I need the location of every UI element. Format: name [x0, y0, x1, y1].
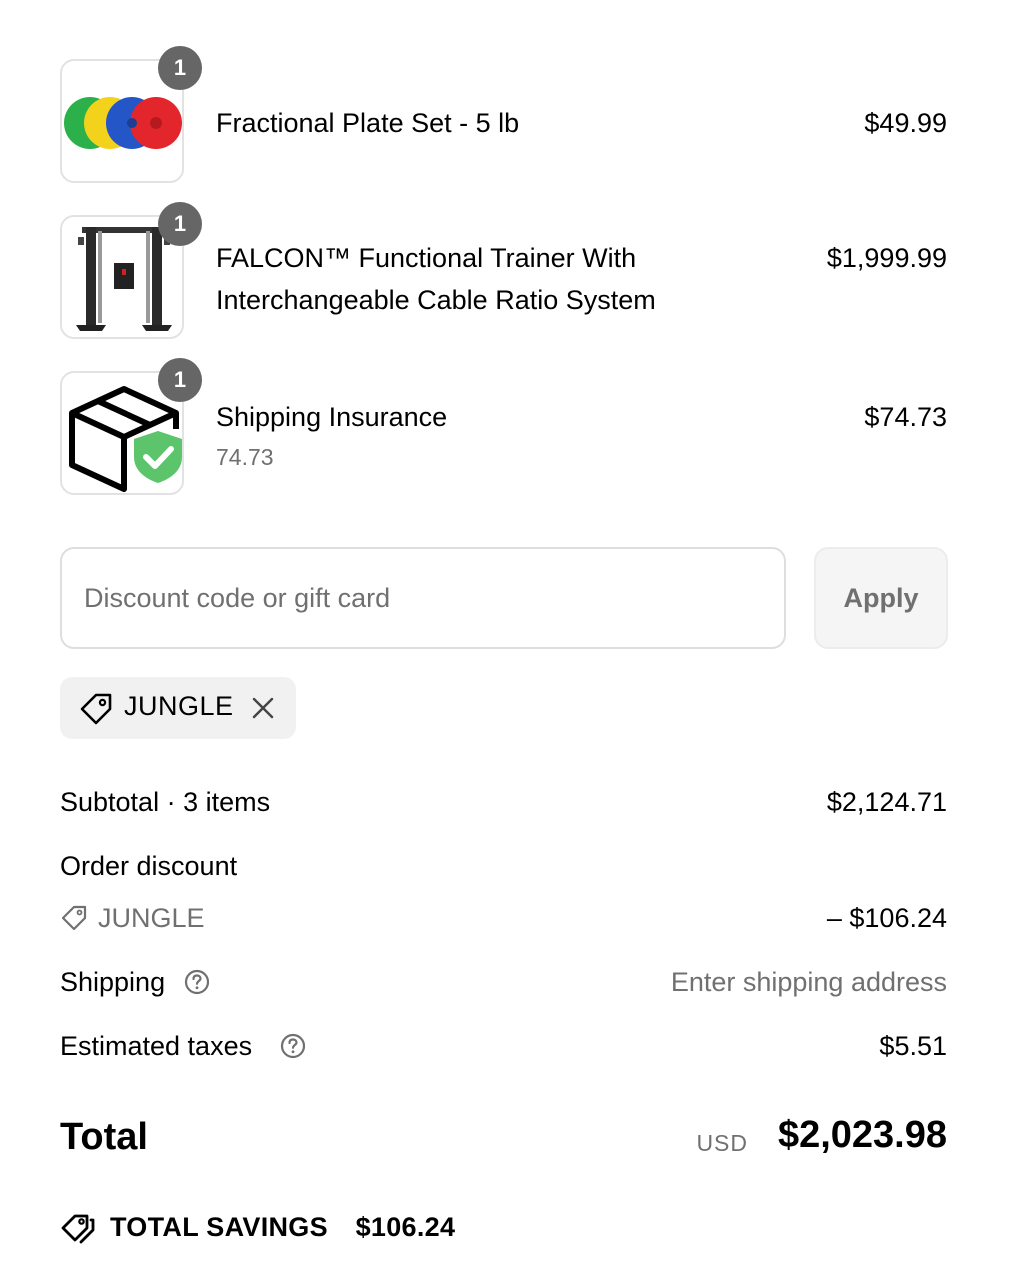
item-subtitle: 74.73 — [216, 444, 274, 470]
subtotal-label: Subtotal · 3 items — [60, 787, 271, 817]
item-name: Shipping Insurance — [216, 402, 448, 432]
order-discount-label: Order discount — [60, 851, 238, 881]
discount-code-label: JUNGLE — [98, 903, 205, 933]
applied-discount-chip: JUNGLE — [60, 677, 296, 739]
applied-code-label: JUNGLE — [124, 691, 234, 721]
item-price: $1,999.99 — [826, 243, 947, 273]
taxes-value: $5.51 — [879, 1031, 947, 1061]
item-name-line1: FALCON™ Functional Trainer With — [216, 243, 637, 273]
help-circle-icon[interactable] — [184, 969, 210, 995]
savings-tags-icon — [61, 1214, 95, 1244]
tag-icon — [80, 693, 112, 725]
savings-label: TOTAL SAVINGS — [110, 1212, 328, 1242]
total-value: $2,023.98 — [777, 1114, 947, 1156]
total-label: Total — [60, 1116, 148, 1158]
discount-code-input[interactable] — [60, 547, 786, 649]
apply-button[interactable]: Apply — [814, 547, 948, 649]
savings-value: $106.24 — [355, 1212, 456, 1242]
tag-icon — [61, 905, 87, 931]
shipping-value: Enter shipping address — [670, 967, 947, 997]
remove-discount-close-icon[interactable] — [252, 697, 274, 719]
quantity-badge: 1 — [158, 358, 202, 402]
subtotal-value: $2,124.71 — [826, 787, 947, 817]
currency-code: USD — [696, 1130, 748, 1156]
item-price: $74.73 — [864, 402, 947, 432]
shipping-label: Shipping — [60, 967, 166, 997]
item-price: $49.99 — [864, 108, 947, 138]
quantity-badge: 1 — [158, 202, 202, 246]
total-savings: TOTAL SAVINGS $106.24 — [110, 1212, 455, 1243]
quantity-badge: 1 — [158, 46, 202, 90]
item-name: Fractional Plate Set - 5 lb — [216, 108, 520, 138]
taxes-label: Estimated taxes — [60, 1031, 253, 1061]
discount-value: – $106.24 — [826, 903, 947, 933]
item-name-line2: Interchangeable Cable Ratio System — [216, 285, 656, 315]
help-circle-icon[interactable] — [280, 1033, 306, 1059]
